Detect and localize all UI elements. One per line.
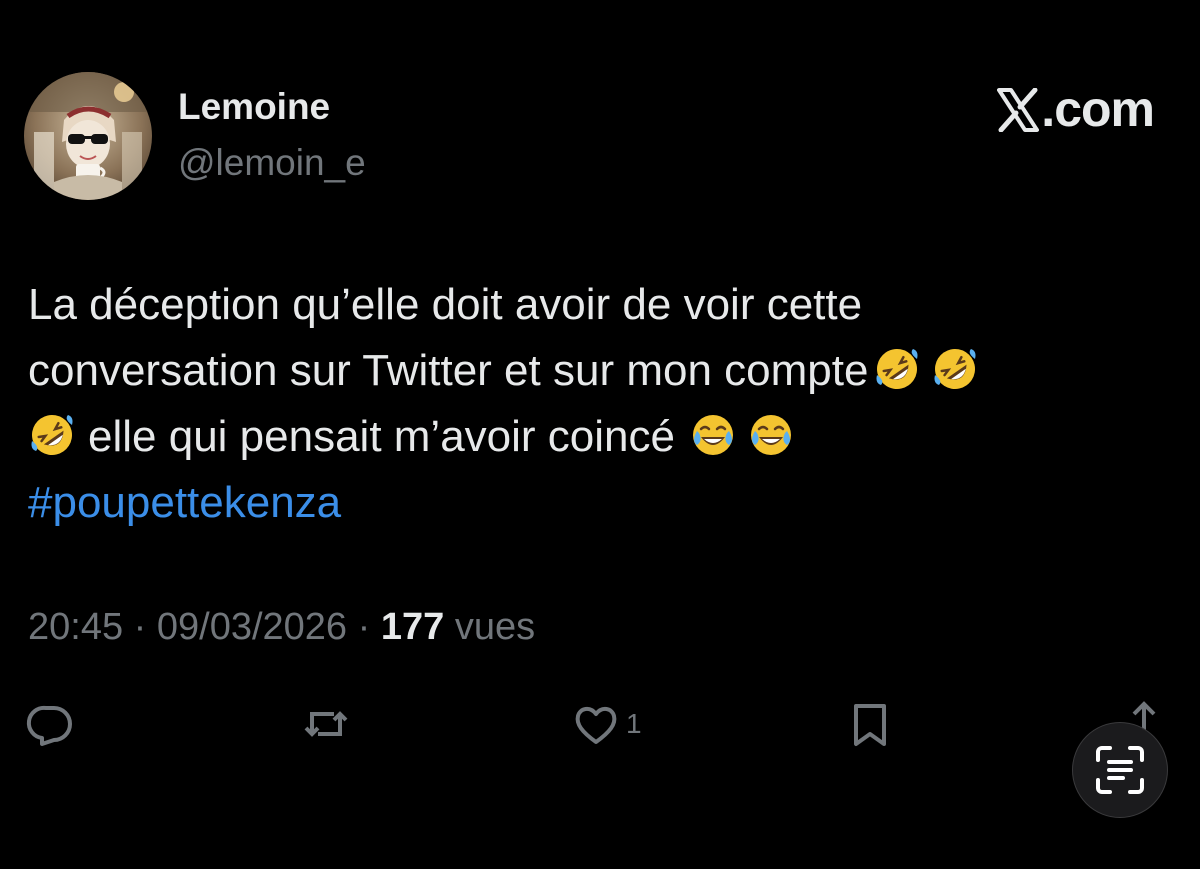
tweet-meta: 20:45 · 09/03/2026 · 177 vues — [28, 606, 535, 649]
live-text-button[interactable] — [1072, 722, 1168, 818]
hashtag-link[interactable]: #poupettekenza — [28, 470, 1148, 536]
author-handle[interactable]: @lemoin_e — [178, 142, 366, 184]
rolling-on-floor-laughing-emoji-icon — [934, 349, 976, 389]
bookmark-icon — [854, 704, 886, 746]
tweet-time[interactable]: 20:45 — [28, 606, 123, 648]
x-logo-icon — [997, 88, 1040, 132]
rolling-on-floor-laughing-emoji-icon — [876, 349, 918, 389]
tweet-card: Lemoine @lemoin_e .com La déception qu’e… — [0, 0, 1200, 869]
meta-separator: · — [357, 606, 371, 648]
tweet-date[interactable]: 09/03/2026 — [157, 606, 347, 648]
heart-icon — [575, 707, 617, 744]
bookmark-button[interactable] — [846, 700, 894, 748]
brand-watermark: .com — [997, 80, 1155, 138]
views-label: vues — [454, 606, 536, 648]
rolling-on-floor-laughing-emoji-icon — [31, 415, 73, 455]
meta-separator: · — [133, 606, 147, 648]
tweet-line-1: La déception qu’elle doit avoir de voir … — [28, 280, 863, 329]
author-display-name[interactable]: Lemoine — [178, 86, 330, 128]
retweet-icon — [304, 711, 348, 737]
tweet-action-bar: 1 — [0, 700, 1200, 760]
face-with-tears-of-joy-emoji-icon — [692, 415, 733, 455]
brand-domain-label: .com — [1041, 81, 1155, 137]
profile-avatar[interactable] — [24, 72, 152, 200]
views-count: 177 — [380, 606, 445, 648]
reply-icon — [26, 705, 72, 746]
tweet-body: La déception qu’elle doit avoir de voir … — [28, 272, 1148, 536]
retweet-button[interactable] — [302, 700, 350, 748]
tweet-line-2: conversation sur Twitter et sur mon comp… — [28, 346, 869, 395]
like-button[interactable]: 1 — [572, 700, 642, 748]
reply-button[interactable] — [26, 700, 74, 748]
face-with-tears-of-joy-emoji-icon — [750, 415, 791, 455]
tweet-line-3: elle qui pensait m’avoir coincé — [88, 412, 675, 461]
avatar-image — [24, 72, 152, 200]
like-count: 1 — [626, 708, 642, 739]
live-text-scan-icon — [1096, 746, 1144, 794]
